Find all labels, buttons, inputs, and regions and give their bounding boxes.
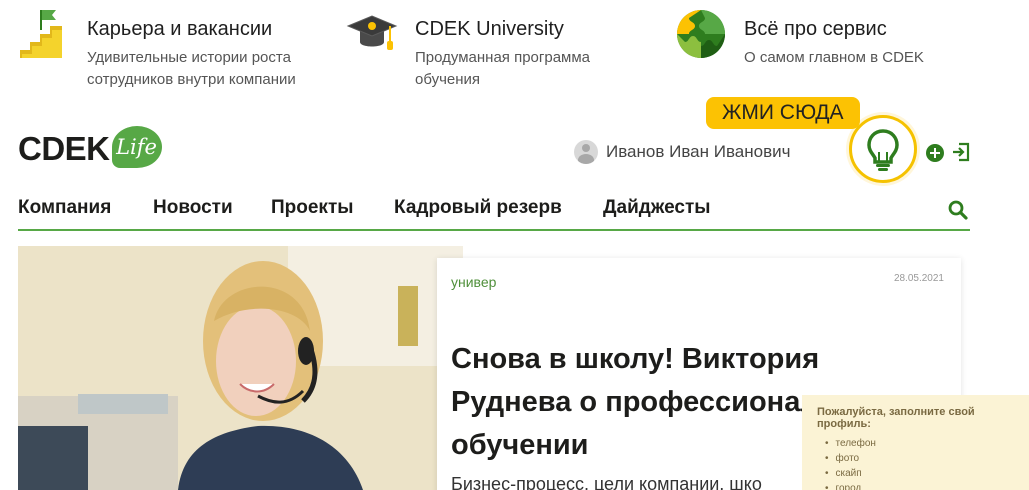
list-item: телефон: [825, 436, 1029, 451]
profile-reminder-popup: Пожалуйста, заполните свой профиль: теле…: [802, 395, 1029, 490]
promo-title: Карьера и вакансии: [87, 18, 273, 40]
user-name: Иванов Иван Иванович: [606, 142, 791, 161]
avatar: [574, 140, 598, 164]
promo-subtitle: О самом главном в CDEK: [744, 49, 924, 66]
nav-item-projects[interactable]: Проекты: [271, 197, 353, 219]
missing-fields-list: телефон фото скайп город: [817, 436, 1029, 490]
user-profile-link[interactable]: Иванов Иван Иванович: [574, 140, 790, 164]
nav-item-news[interactable]: Новости: [153, 197, 233, 219]
nav-item-digests[interactable]: Дайджесты: [603, 197, 710, 219]
nav-item-talent-pool[interactable]: Кадровый резерв: [394, 197, 562, 219]
login-icon[interactable]: [950, 141, 972, 163]
list-item: фото: [825, 451, 1029, 466]
article-photo[interactable]: [18, 246, 463, 490]
nav-item-company[interactable]: Компания: [18, 197, 111, 219]
promo-title: CDEK University: [415, 18, 564, 40]
promo-subtitle: сотрудников внутри компании: [87, 71, 296, 88]
list-item: город: [825, 481, 1029, 490]
promo-service[interactable]: Всё про сервис О самом главном в CDEK: [675, 8, 924, 69]
promo-subtitle: Удивительные истории роста: [87, 49, 291, 66]
add-icon[interactable]: [926, 144, 944, 162]
promo-subtitle: обучения: [415, 71, 481, 88]
logo-badge: Life: [111, 126, 162, 168]
promo-university[interactable]: CDEK University Продуманная программа об…: [346, 8, 590, 91]
graduation-cap-icon: [346, 8, 398, 60]
search-icon[interactable]: [947, 199, 969, 221]
article-category[interactable]: универ: [451, 274, 496, 290]
main-nav: Компания Новости Проекты Кадровый резерв…: [18, 197, 970, 231]
popup-title: Пожалуйста, заполните свой профиль:: [817, 406, 975, 430]
logo-text: CDEK: [18, 130, 110, 167]
puzzle-globe-icon: [675, 8, 727, 60]
article-date: 28.05.2021: [893, 273, 944, 284]
promo-title: Всё про сервис: [744, 18, 887, 40]
lightbulb-icon[interactable]: [849, 115, 917, 183]
list-item: скайп: [825, 466, 1029, 481]
cdek-life-logo[interactable]: CDEK Life: [18, 126, 162, 170]
tip-button[interactable]: ЖМИ СЮДА: [706, 97, 860, 129]
promo-career[interactable]: Карьера и вакансии Удивительные истории …: [18, 8, 296, 91]
promo-subtitle: Продуманная программа: [415, 49, 591, 66]
stairs-flag-icon: [18, 8, 70, 60]
